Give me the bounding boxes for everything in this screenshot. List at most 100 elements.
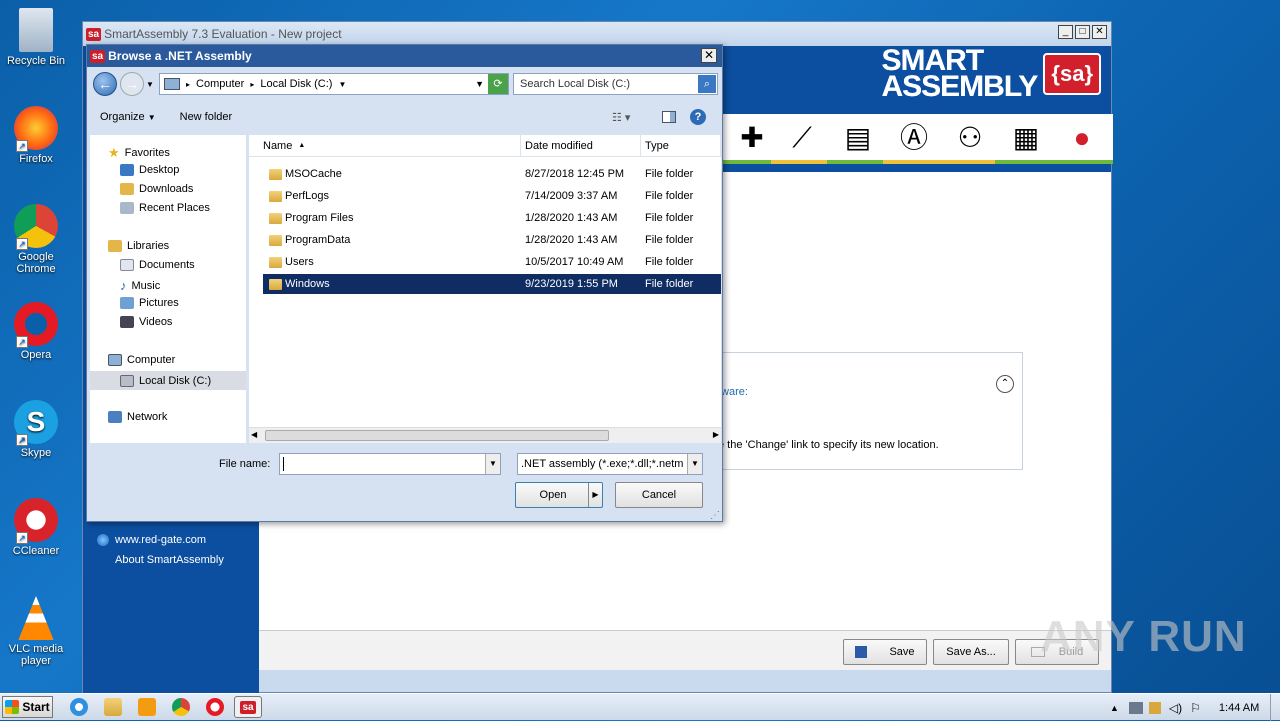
collapse-icon[interactable]: ⌃	[996, 375, 1014, 393]
start-button[interactable]: Start	[2, 696, 53, 718]
desktop-icon-opera[interactable]: ↗ Opera	[4, 302, 68, 361]
nav-libraries[interactable]: Libraries	[108, 240, 169, 252]
nav-label: Pictures	[139, 297, 179, 309]
explorer-taskbar-icon[interactable]	[104, 698, 122, 716]
dialog-toolbar: Organize ▼ New folder ☷ ▾ ?	[90, 105, 721, 129]
desktop-icon-chrome[interactable]: ↗ Google Chrome	[4, 204, 68, 275]
desktop-icon-ccleaner[interactable]: ↗ CCleaner	[4, 498, 68, 557]
tray-expand-icon[interactable]: ▲	[1110, 703, 1119, 713]
info-panel: ⌃ tware: e the 'Change' link to specify …	[717, 352, 1023, 470]
browse-dialog: sa Browse a .NET Assembly ✕ ← → ▼ ▸ Comp…	[86, 44, 723, 522]
file-row[interactable]: PerfLogs 7/14/2009 3:37 AM File folder	[263, 186, 721, 206]
smartassembly-taskbar-icon[interactable]: sa	[234, 696, 262, 718]
chrome-taskbar-icon[interactable]	[172, 698, 190, 716]
desktop-icon-recycle-bin[interactable]: Recycle Bin	[4, 8, 68, 67]
filename-dropdown-icon[interactable]: ▼	[485, 454, 500, 474]
globe-icon	[97, 534, 109, 546]
desktop-icon-firefox[interactable]: ↗ Firefox	[4, 106, 68, 165]
save-button[interactable]: Save	[843, 639, 927, 665]
filename-input[interactable]: ▼	[279, 453, 501, 475]
breadcrumb-dropdown-icon[interactable]: ▼	[338, 80, 346, 89]
open-dropdown-icon[interactable]: ▶	[588, 483, 602, 507]
nav-desktop[interactable]: Desktop	[120, 164, 179, 176]
red-gate-link[interactable]: www.red-gate.com	[115, 534, 206, 546]
file-type: File folder	[645, 256, 694, 268]
file-row[interactable]: Program Files 1/28/2020 1:43 AM File folde…	[263, 208, 721, 228]
security-user-icon[interactable]: ⚇	[939, 114, 1001, 164]
refresh-icon[interactable]: ⟳	[488, 74, 508, 94]
opera-icon: ↗	[14, 302, 58, 348]
cancel-button[interactable]: Cancel	[615, 482, 703, 508]
file-row[interactable]: ProgramData 1/28/2020 1:43 AM File folder	[263, 230, 721, 250]
preview-pane-icon[interactable]	[662, 111, 676, 123]
search-input[interactable]: Search Local Disk (C:) ⌕	[513, 73, 718, 95]
file-row[interactable]: MSOCache 8/27/2018 12:45 PM File folder	[263, 164, 721, 184]
breadcrumb-local-disk[interactable]: Local Disk (C:)	[260, 78, 332, 90]
computer-icon	[108, 354, 122, 366]
link-icon[interactable]: ⟋	[771, 114, 833, 164]
ladybug-icon[interactable]: ●	[1051, 114, 1113, 164]
column-header-date[interactable]: Date modified	[521, 135, 641, 157]
file-row-selected[interactable]: Windows 9/23/2019 1:55 PM File folder	[263, 274, 721, 294]
about-link[interactable]: About SmartAssembly	[115, 554, 224, 566]
nav-downloads[interactable]: Downloads	[120, 183, 193, 195]
address-dropdown-icon[interactable]: ▼	[475, 79, 484, 89]
volume-icon[interactable]: ◁)	[1169, 701, 1182, 715]
nav-local-disk[interactable]: Local Disk (C:)	[90, 371, 246, 390]
dialog-titlebar[interactable]: sa Browse a .NET Assembly	[87, 45, 722, 67]
media-player-taskbar-icon[interactable]	[138, 698, 156, 716]
horizontal-scrollbar[interactable]: ◀ ▶	[249, 427, 721, 443]
nav-videos[interactable]: Videos	[120, 316, 172, 328]
back-button[interactable]: ←	[93, 72, 117, 96]
minimize-button[interactable]: _	[1058, 25, 1073, 39]
column-label: Type	[645, 139, 669, 152]
help-icon[interactable]: ?	[690, 109, 706, 125]
nav-documents[interactable]: Documents	[120, 259, 195, 271]
address-bar[interactable]: ▸ Computer ▸ Local Disk (C:) ▼ ▼ ⟳	[159, 73, 509, 95]
desktop-icon-vlc[interactable]: VLC media player	[4, 596, 68, 667]
maximize-button[interactable]: □	[1075, 25, 1090, 39]
scroll-thumb[interactable]	[265, 430, 609, 441]
breadcrumb-computer[interactable]: Computer	[196, 78, 244, 90]
nav-pictures[interactable]: Pictures	[120, 297, 179, 309]
organize-menu[interactable]: Organize ▼	[100, 111, 156, 123]
filter-dropdown-icon[interactable]: ▼	[687, 454, 702, 474]
scroll-left-icon[interactable]: ◀	[251, 430, 257, 439]
column-header-type[interactable]: Type	[641, 135, 721, 157]
new-folder-button[interactable]: New folder	[180, 111, 233, 123]
dialog-close-button[interactable]: ✕	[701, 48, 717, 63]
save-as-button[interactable]: Save As...	[933, 639, 1009, 665]
nav-computer[interactable]: Computer	[108, 354, 175, 366]
clock[interactable]: 1:44 AM	[1219, 702, 1259, 714]
nav-label: Computer	[127, 354, 176, 366]
view-icon[interactable]: ☷ ▾	[612, 111, 630, 124]
file-row[interactable]: Users 10/5/2017 10:49 AM File folder	[263, 252, 721, 272]
folder-icon	[269, 212, 282, 224]
open-button[interactable]: Open ▶	[515, 482, 603, 508]
scroll-right-icon[interactable]: ▶	[713, 430, 719, 439]
opera-taskbar-icon[interactable]	[206, 698, 224, 716]
memory-chip-icon[interactable]: ▦	[995, 114, 1057, 164]
obfuscation-az-icon[interactable]: Ⓐ	[883, 114, 945, 164]
nav-music[interactable]: ♪ Music	[120, 278, 160, 293]
network-tray-icon[interactable]	[1128, 701, 1143, 714]
documents-icon[interactable]: ▤	[827, 114, 889, 164]
nav-favorites[interactable]: ★ Favorites	[108, 145, 170, 161]
show-desktop-button[interactable]	[1270, 694, 1280, 721]
file-name: Program Files	[285, 212, 354, 224]
flag-icon[interactable]: ⚐	[1190, 701, 1201, 715]
file-date: 9/23/2019 1:55 PM	[525, 278, 618, 290]
resize-grip-icon[interactable]: ⋰	[710, 510, 720, 521]
nav-network[interactable]: Network	[108, 411, 167, 423]
search-icon[interactable]: ⌕	[698, 75, 716, 93]
close-button[interactable]: ✕	[1092, 25, 1107, 39]
forward-button[interactable]: →	[120, 72, 144, 96]
column-header-name[interactable]: Name ▲	[249, 135, 521, 157]
file-type-filter[interactable]: .NET assembly (*.exe;*.dll;*.netm ▼	[517, 453, 703, 475]
nav-recent-places[interactable]: Recent Places	[120, 202, 210, 214]
desktop-icon-skype[interactable]: S ↗ Skype	[4, 400, 68, 459]
folder-tray-icon[interactable]	[1148, 701, 1161, 714]
history-dropdown-icon[interactable]: ▼	[146, 80, 154, 89]
ie-taskbar-icon[interactable]	[70, 698, 88, 716]
app-titlebar[interactable]: sa SmartAssembly 7.3 Evaluation - New pr…	[83, 22, 1111, 46]
